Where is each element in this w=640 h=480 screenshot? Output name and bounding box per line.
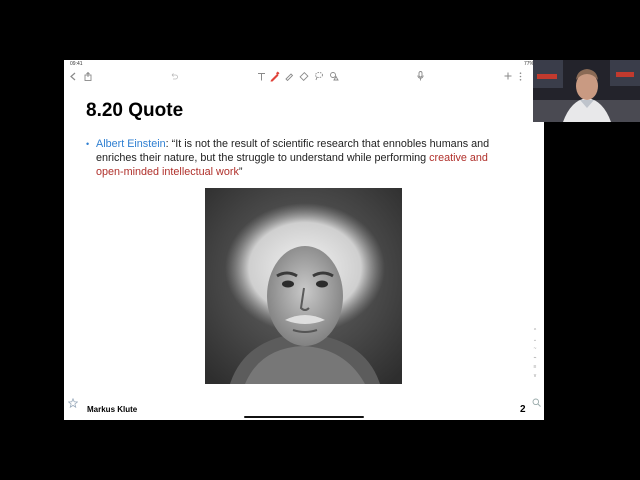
highlighter-icon[interactable] (283, 70, 295, 82)
quote-text: Albert Einstein: “It is not the result o… (88, 137, 518, 179)
share-icon[interactable] (83, 70, 93, 82)
side-tool-1-icon[interactable]: ⌄ (530, 337, 540, 346)
eraser-icon[interactable] (298, 70, 310, 82)
side-toolbar: ^ ⌄ ~ ⌁ ≡ v (530, 328, 540, 386)
undo-icon[interactable] (169, 70, 179, 82)
more-icon[interactable] (516, 70, 524, 82)
side-tool-4-icon[interactable]: ≡ (530, 364, 540, 373)
quote-author: Albert Einstein (96, 138, 166, 150)
text-tool-icon[interactable] (256, 70, 266, 82)
ipad-screen: 09:41 77% 8.20 Quote • Albert Einstein: … (64, 60, 544, 420)
side-tool-3-icon[interactable]: ⌁ (530, 355, 540, 364)
page-number: 2 (520, 404, 526, 415)
microphone-icon[interactable] (415, 70, 425, 82)
einstein-portrait (205, 188, 402, 384)
quote-bullet: • Albert Einstein: “It is not the result… (86, 137, 518, 179)
add-icon[interactable] (503, 70, 513, 82)
status-bar: 09:41 77% (64, 60, 544, 68)
bookmark-icon[interactable] (67, 397, 79, 410)
pen-icon[interactable] (268, 70, 280, 82)
side-tool-2-icon[interactable]: ~ (530, 346, 540, 355)
slide-title: 8.20 Quote (86, 100, 184, 121)
zoom-icon[interactable] (532, 398, 541, 409)
annotation-toolbar (64, 68, 544, 84)
chevron-left-icon[interactable] (68, 70, 78, 82)
home-indicator[interactable] (244, 416, 364, 418)
webcam-overlay (533, 60, 640, 122)
caret-up-icon[interactable]: ^ (530, 328, 540, 337)
quote-end: ” (238, 166, 243, 178)
shapes-icon[interactable] (328, 70, 340, 82)
status-time: 09:41 (70, 61, 83, 67)
bullet-dot: • (86, 139, 90, 149)
caret-down-icon[interactable]: v (530, 373, 540, 382)
presenter-name: Markus Klute (87, 405, 138, 414)
lasso-icon[interactable] (313, 70, 325, 82)
